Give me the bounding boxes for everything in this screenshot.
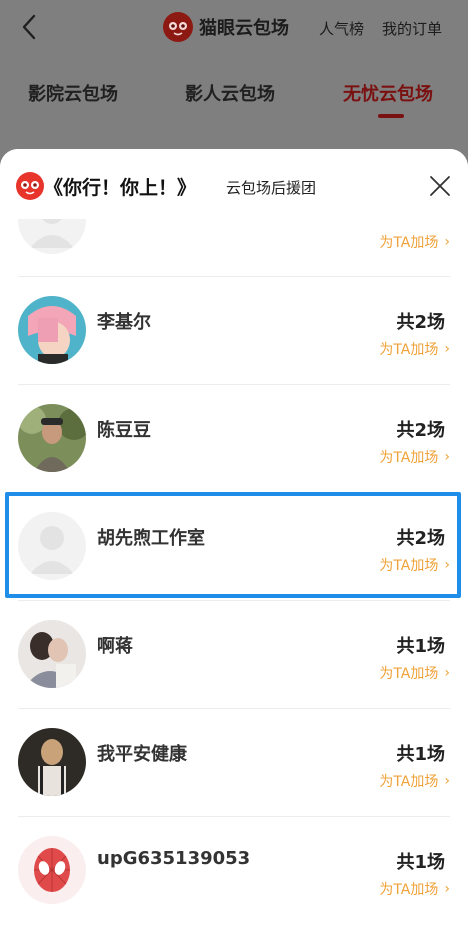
session-count: 共1场 bbox=[396, 744, 445, 765]
list-item[interactable]: 我平安健康 共1场 为TA加场 › bbox=[0, 709, 468, 817]
list-item[interactable]: 啊蒋 共1场 为TA加场 › bbox=[0, 601, 468, 709]
support-link[interactable]: 为TA加场 › bbox=[379, 339, 450, 359]
chevron-right-icon: › bbox=[444, 341, 450, 357]
support-label: 为TA加场 bbox=[379, 666, 439, 682]
support-link[interactable]: 为TA加场 › bbox=[379, 447, 450, 467]
avatar bbox=[18, 728, 86, 796]
spiderman-avatar-icon bbox=[18, 836, 86, 904]
avatar bbox=[18, 296, 86, 364]
list-item[interactable]: 陈豆豆 共2场 为TA加场 › bbox=[0, 385, 468, 493]
brand-title: 猫眼云包场 bbox=[199, 18, 289, 39]
supporter-name: upG635139053 bbox=[97, 848, 251, 869]
supporter-name: 李基尔 bbox=[97, 312, 151, 333]
session-count: 共2场 bbox=[396, 420, 445, 441]
support-label: 为TA加场 bbox=[379, 774, 439, 790]
session-count: 共2场 bbox=[396, 312, 445, 333]
nav-my-orders[interactable]: 我的订单 bbox=[382, 18, 442, 39]
session-count: 共1场 bbox=[396, 852, 445, 873]
sheet-header: 《你行！你上！》 云包场后援团 bbox=[0, 149, 468, 219]
support-link[interactable]: 为TA加场 › bbox=[379, 663, 450, 683]
avatar bbox=[18, 404, 86, 472]
supporters-sheet: 为TA加场 › 李基尔 共2场 为TA加场 › 陈豆豆 共2场 为TA加场 › … bbox=[0, 149, 468, 939]
chevron-right-icon: › bbox=[444, 557, 450, 573]
supporter-list[interactable]: 为TA加场 › 李基尔 共2场 为TA加场 › 陈豆豆 共2场 为TA加场 › … bbox=[0, 149, 468, 939]
session-count: 共1场 bbox=[396, 636, 445, 657]
tab-worry-free[interactable]: 无忧云包场 bbox=[343, 80, 433, 106]
supporter-name: 胡先煦工作室 bbox=[97, 528, 205, 549]
list-item[interactable]: upG635139053 共1场 为TA加场 › bbox=[0, 817, 468, 925]
supporter-name: 陈豆豆 bbox=[97, 420, 151, 441]
support-link[interactable]: 为TA加场 › bbox=[379, 879, 450, 899]
maoyan-logo-icon bbox=[163, 12, 193, 42]
support-label: 为TA加场 bbox=[379, 342, 439, 358]
support-label: 为TA加场 bbox=[379, 882, 439, 898]
back-arrow-icon[interactable] bbox=[16, 12, 46, 42]
close-icon[interactable] bbox=[428, 174, 452, 198]
support-link[interactable]: 为TA加场 › bbox=[379, 232, 450, 252]
default-avatar-icon bbox=[18, 512, 86, 580]
tab-bar: 影院云包场 影人云包场 无忧云包场 bbox=[0, 70, 468, 118]
list-item[interactable]: 胡先煦工作室 共2场 为TA加场 › bbox=[0, 493, 468, 601]
brand: 猫眼云包场 bbox=[163, 12, 289, 42]
top-bar: 猫眼云包场 人气榜 我的订单 bbox=[0, 0, 468, 58]
sheet-title: 《你行！你上！》 bbox=[44, 177, 197, 199]
maoyan-logo-icon bbox=[16, 172, 44, 200]
avatar bbox=[18, 620, 86, 688]
supporter-name: 我平安健康 bbox=[97, 744, 187, 765]
support-link[interactable]: 为TA加场 › bbox=[379, 555, 450, 575]
tab-cinema[interactable]: 影院云包场 bbox=[28, 80, 118, 106]
chevron-right-icon: › bbox=[444, 773, 450, 789]
chevron-right-icon: › bbox=[444, 234, 450, 250]
support-link[interactable]: 为TA加场 › bbox=[379, 771, 450, 791]
supporter-name: 啊蒋 bbox=[97, 636, 133, 657]
nav-popularity[interactable]: 人气榜 bbox=[319, 18, 364, 39]
list-item[interactable]: 李基尔 共2场 为TA加场 › bbox=[0, 277, 468, 385]
chevron-right-icon: › bbox=[444, 665, 450, 681]
session-count: 共2场 bbox=[396, 528, 445, 549]
support-label: 为TA加场 bbox=[379, 558, 439, 574]
tab-filmmaker[interactable]: 影人云包场 bbox=[185, 80, 275, 106]
sheet-subtitle: 云包场后援团 bbox=[226, 179, 317, 197]
support-label: 为TA加场 bbox=[379, 235, 439, 251]
chevron-right-icon: › bbox=[444, 449, 450, 465]
support-label: 为TA加场 bbox=[379, 450, 439, 466]
active-tab-indicator bbox=[378, 114, 404, 118]
chevron-right-icon: › bbox=[444, 881, 450, 897]
